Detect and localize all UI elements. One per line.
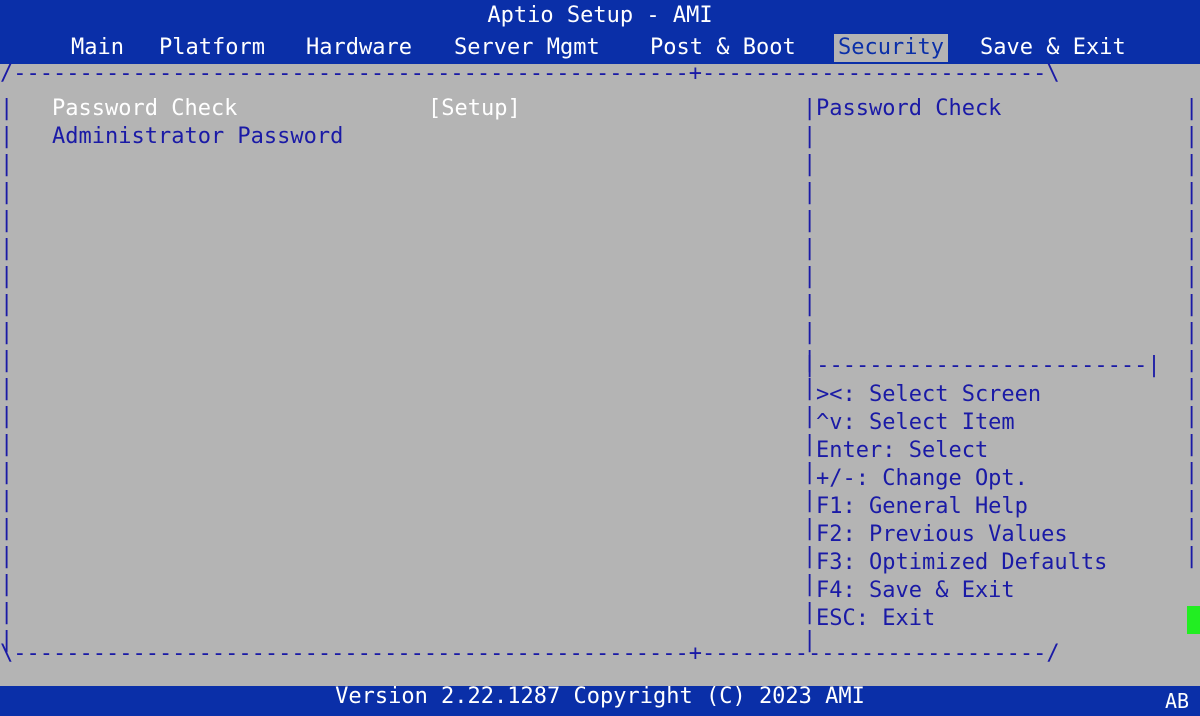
- help-key-general-help: F1: General Help: [816, 494, 1028, 519]
- setting-password-check-value[interactable]: [Setup]: [428, 95, 521, 123]
- help-key-previous-values: F2: Previous Values: [816, 522, 1068, 547]
- help-key-enter: Enter: Select: [816, 438, 989, 463]
- window-title: Aptio Setup - AMI: [487, 3, 713, 28]
- corner-label: AB: [1165, 689, 1190, 713]
- help-separator: |-------------------------|: [803, 353, 1161, 378]
- help-key-select-item: ^v: Select Item: [816, 410, 1015, 435]
- tab-security[interactable]: Security: [834, 34, 948, 62]
- setting-administrator-password[interactable]: Administrator Password: [52, 123, 343, 151]
- help-key-esc-exit: ESC: Exit: [816, 606, 936, 631]
- version-footer: Version 2.22.1287 Copyright (C) 2023 AMI: [335, 684, 865, 709]
- frame-left-border: | | | | | | | | | | | | | | | | | | | |: [0, 96, 14, 653]
- text-cursor: [1187, 606, 1200, 634]
- setting-password-check[interactable]: Password Check: [52, 95, 237, 123]
- help-key-select-screen: ><: Select Screen: [816, 382, 1042, 407]
- help-key-change-opt: +/-: Change Opt.: [816, 466, 1028, 491]
- frame-bottom-border: \---------------------------------------…: [0, 641, 1060, 666]
- tab-save-and-exit[interactable]: Save & Exit: [976, 34, 1130, 62]
- tab-main[interactable]: Main: [67, 34, 128, 62]
- frame-top-border: /---------------------------------------…: [0, 61, 1060, 86]
- help-key-optimized-defaults: F3: Optimized Defaults: [816, 550, 1108, 575]
- frame-right-border: | | | | | | | | | | | | | | | | |: [1185, 96, 1199, 569]
- tab-post-and-boot[interactable]: Post & Boot: [646, 34, 800, 62]
- tab-server-mgmt[interactable]: Server Mgmt: [450, 34, 604, 62]
- tab-hardware[interactable]: Hardware: [302, 34, 416, 62]
- help-key-save-exit: F4: Save & Exit: [816, 578, 1015, 603]
- help-description: Password Check: [816, 96, 1002, 121]
- tab-platform[interactable]: Platform: [155, 34, 269, 62]
